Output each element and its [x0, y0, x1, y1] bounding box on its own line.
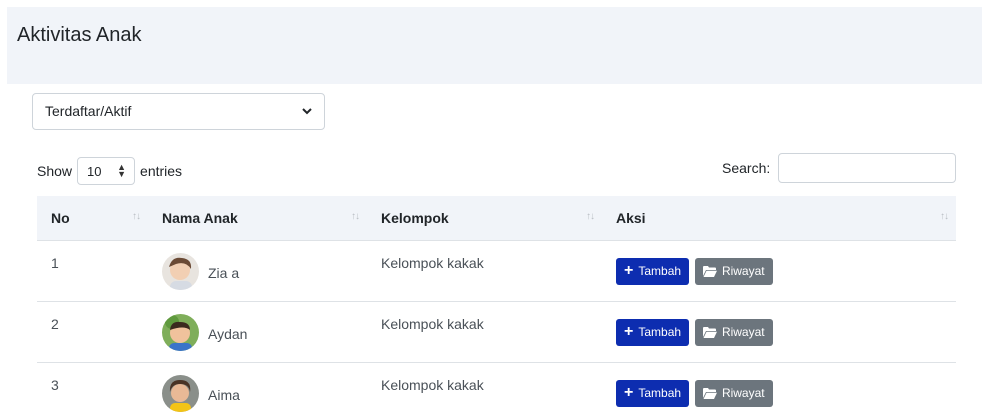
- group-cell: Kelompok kakak: [367, 362, 602, 414]
- child-name: Aima: [208, 386, 240, 403]
- add-activity-button[interactable]: + Tambah: [616, 257, 690, 285]
- entries-length-control: Show 10 ▲ ▼ entries: [37, 157, 182, 185]
- table-row: 3 Aima Kelompok kakak + Tambah Riwayat: [37, 362, 956, 414]
- entries-value: 10: [87, 163, 102, 179]
- page-title: Aktivitas Anak: [17, 24, 142, 46]
- name-cell: Aydan: [148, 301, 367, 363]
- actions-cell: + Tambah Riwayat: [602, 301, 956, 363]
- sort-icon: ↑↓: [132, 211, 141, 222]
- actions-cell: + Tambah Riwayat: [602, 240, 956, 302]
- folder-open-icon: [702, 265, 717, 277]
- folder-open-icon: [702, 387, 717, 399]
- child-avatar: [162, 313, 199, 351]
- add-activity-button[interactable]: + Tambah: [616, 318, 690, 346]
- children-table: No ↑↓ Nama Anak ↑↓ Kelompok ↑↓ Aksi ↑↓ 1: [37, 196, 956, 414]
- plus-icon: +: [624, 383, 634, 401]
- column-header-no[interactable]: No ↑↓: [37, 196, 148, 241]
- sort-icon: ↑↓: [351, 211, 360, 222]
- name-cell: Zia a: [148, 240, 367, 302]
- row-number: 3: [37, 362, 148, 414]
- column-header-name[interactable]: Nama Anak ↑↓: [148, 196, 367, 241]
- row-number: 1: [37, 240, 148, 302]
- show-label: Show: [37, 163, 73, 179]
- column-header-group[interactable]: Kelompok ↑↓: [367, 196, 602, 241]
- sort-icon: ↑↓: [586, 211, 595, 222]
- history-button[interactable]: Riwayat: [694, 257, 773, 285]
- entries-select[interactable]: 10 ▲ ▼: [77, 157, 136, 185]
- plus-icon: +: [624, 261, 634, 279]
- actions-cell: + Tambah Riwayat: [602, 362, 956, 414]
- page-header: Aktivitas Anak: [7, 7, 982, 84]
- chevron-down-icon: [302, 108, 312, 115]
- search-label: Search:: [722, 160, 771, 176]
- search-input[interactable]: [778, 153, 957, 183]
- child-name: Zia a: [208, 264, 240, 281]
- status-filter-value: Terdaftar/Aktif: [45, 103, 132, 119]
- table-row: 1 Zia a Kelompok kakak + Tambah Riwayat: [37, 240, 956, 302]
- table-header-row: No ↑↓ Nama Anak ↑↓ Kelompok ↑↓ Aksi ↑↓: [37, 196, 956, 241]
- sort-arrows-icon: ▲ ▼: [117, 162, 127, 179]
- status-filter-select[interactable]: Terdaftar/Aktif: [32, 93, 325, 130]
- folder-open-icon: [702, 326, 717, 338]
- add-activity-button[interactable]: + Tambah: [616, 379, 690, 407]
- sort-icon: ↑↓: [940, 211, 949, 222]
- column-header-actions[interactable]: Aksi ↑↓: [602, 196, 956, 241]
- row-number: 2: [37, 301, 148, 363]
- child-name: Aydan: [208, 325, 248, 342]
- child-avatar: [162, 374, 199, 412]
- history-button[interactable]: Riwayat: [694, 379, 773, 407]
- name-cell: Aima: [148, 362, 367, 414]
- child-avatar: [162, 252, 199, 290]
- search-control: Search:: [722, 153, 957, 183]
- entries-label: entries: [140, 163, 183, 179]
- group-cell: Kelompok kakak: [367, 301, 602, 363]
- group-cell: Kelompok kakak: [367, 240, 602, 302]
- plus-icon: +: [624, 322, 634, 340]
- history-button[interactable]: Riwayat: [694, 318, 773, 346]
- table-row: 2 Aydan Kelompok kakak + Tambah Riwayat: [37, 301, 956, 363]
